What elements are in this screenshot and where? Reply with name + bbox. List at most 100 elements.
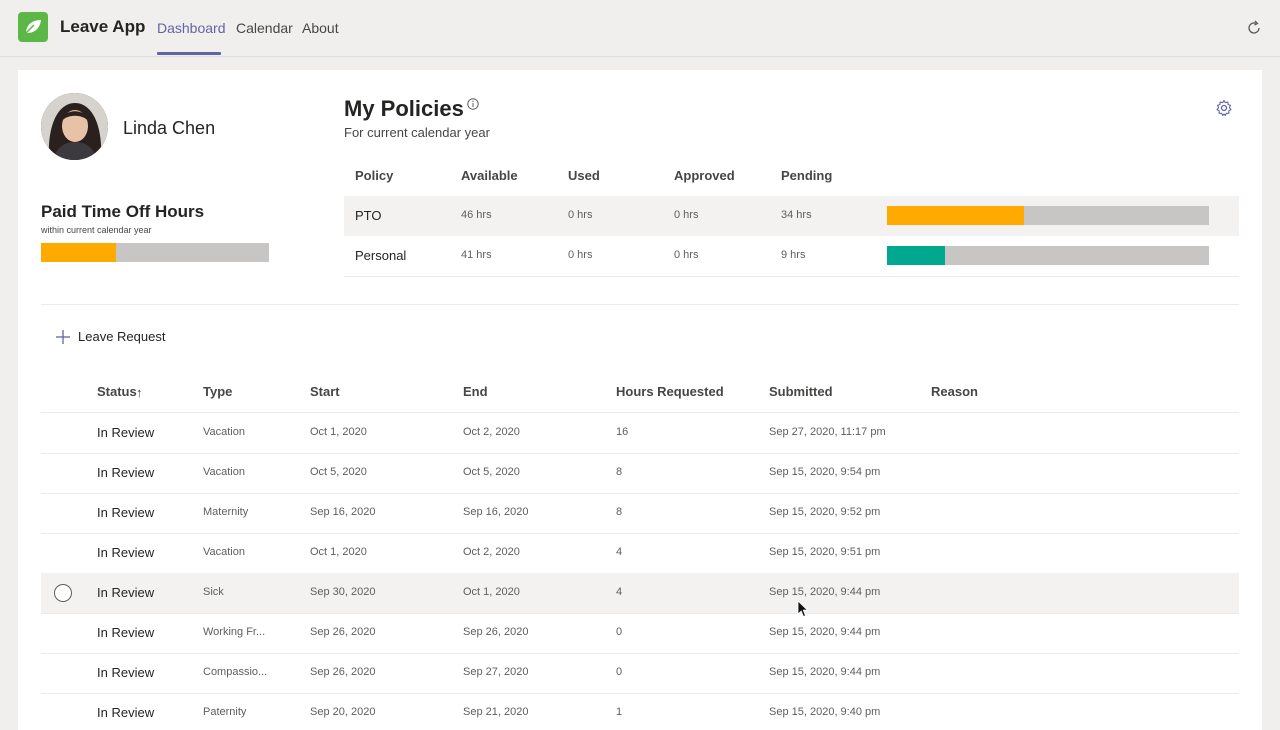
approved-header: Approved	[674, 168, 735, 183]
end-header[interactable]: End	[463, 384, 488, 399]
start-cell: Oct 1, 2020	[310, 546, 367, 558]
pto-progress-bar	[41, 243, 269, 262]
start-cell: Sep 16, 2020	[310, 506, 376, 518]
hours-cell: 16	[616, 426, 629, 438]
status-cell: In Review	[97, 585, 155, 600]
policy-progress-fill	[887, 206, 1024, 225]
policy-available: 41 hrs	[461, 249, 492, 261]
submitted-cell: Sep 27, 2020, 11:17 pm	[769, 426, 886, 438]
start-header[interactable]: Start	[310, 384, 340, 399]
mouse-cursor-icon	[797, 600, 809, 618]
hours-cell: 8	[616, 466, 623, 478]
sort-ascending-icon[interactable]: ↑	[136, 385, 143, 400]
reason-header[interactable]: Reason	[931, 384, 978, 399]
type-cell: Working Fr...	[203, 626, 266, 638]
status-cell: In Review	[97, 625, 155, 640]
pto-subtitle: within current calendar year	[41, 225, 152, 235]
tab-dashboard[interactable]: Dashboard	[157, 20, 226, 36]
hours-cell: 0	[616, 626, 623, 638]
plus-icon	[56, 330, 70, 344]
pto-progress-fill	[41, 243, 117, 262]
available-header: Available	[461, 168, 518, 183]
policy-used: 0 hrs	[568, 249, 593, 261]
policies-subtitle: For current calendar year	[344, 125, 490, 140]
table-row[interactable]: In Review Vacation Oct 1, 2020 Oct 2, 20…	[41, 533, 1239, 574]
policy-row: Personal 41 hrs 0 hrs 0 hrs 9 hrs	[344, 236, 1239, 277]
table-row[interactable]: In Review Paternity Sep 20, 2020 Sep 21,…	[41, 693, 1239, 720]
submitted-cell: Sep 15, 2020, 9:44 pm	[769, 586, 881, 598]
hours-cell: 8	[616, 506, 623, 518]
policy-name: PTO	[355, 208, 382, 223]
info-icon[interactable]	[467, 98, 479, 110]
submitted-cell: Sep 15, 2020, 9:51 pm	[769, 546, 881, 558]
policy-used: 0 hrs	[568, 209, 593, 221]
top-bar: Leave App Dashboard Calendar About	[0, 0, 1280, 57]
type-header[interactable]: Type	[203, 384, 232, 399]
avatar	[41, 93, 108, 160]
submitted-cell: Sep 15, 2020, 9:54 pm	[769, 466, 881, 478]
pto-title: Paid Time Off Hours	[41, 202, 205, 221]
type-cell: Maternity	[203, 506, 249, 518]
policy-row: PTO 46 hrs 0 hrs 0 hrs 34 hrs	[344, 196, 1239, 236]
type-cell: Vacation	[203, 466, 245, 478]
policy-approved: 0 hrs	[674, 249, 699, 261]
start-cell: Oct 1, 2020	[310, 426, 367, 438]
status-cell: In Review	[97, 465, 155, 480]
status-cell: In Review	[97, 505, 155, 520]
pending-header: Pending	[781, 168, 833, 183]
end-cell: Oct 2, 2020	[463, 546, 520, 558]
policy-progress-bar	[887, 246, 1209, 265]
row-select-radio[interactable]	[54, 584, 72, 602]
active-tab-indicator	[157, 52, 221, 55]
submitted-cell: Sep 15, 2020, 9:40 pm	[769, 706, 881, 718]
end-cell: Oct 5, 2020	[463, 466, 520, 478]
end-cell: Sep 26, 2020	[463, 626, 529, 638]
submitted-header[interactable]: Submitted	[769, 384, 833, 399]
policy-progress-fill	[887, 246, 945, 265]
submitted-cell: Sep 15, 2020, 9:44 pm	[769, 626, 881, 638]
policy-pending: 34 hrs	[781, 209, 812, 221]
table-row[interactable]: In Review Working Fr... Sep 26, 2020 Sep…	[41, 613, 1239, 654]
hours-cell: 1	[616, 706, 623, 718]
table-row[interactable]: In Review Vacation Oct 5, 2020 Oct 5, 20…	[41, 453, 1239, 494]
user-name: Linda Chen	[123, 118, 216, 138]
start-cell: Oct 5, 2020	[310, 466, 367, 478]
tab-about[interactable]: About	[302, 20, 339, 36]
policy-pending: 9 hrs	[781, 249, 806, 261]
policy-header: Policy	[355, 168, 394, 183]
policy-available: 46 hrs	[461, 209, 492, 221]
refresh-icon[interactable]	[1245, 19, 1263, 37]
hours-requested-header[interactable]: Hours Requested	[616, 384, 724, 399]
table-row[interactable]: In Review Vacation Oct 1, 2020 Oct 2, 20…	[41, 413, 1239, 454]
end-cell: Sep 16, 2020	[463, 506, 529, 518]
end-cell: Oct 1, 2020	[463, 586, 520, 598]
hours-cell: 4	[616, 546, 623, 558]
type-cell: Vacation	[203, 426, 245, 438]
section-divider	[41, 304, 1239, 305]
start-cell: Sep 26, 2020	[310, 626, 376, 638]
policy-name: Personal	[355, 248, 407, 263]
gear-icon[interactable]	[1215, 99, 1233, 117]
policy-approved: 0 hrs	[674, 209, 699, 221]
policies-title: My Policies	[344, 96, 464, 121]
leave-request-label: Leave Request	[78, 329, 166, 344]
tab-calendar[interactable]: Calendar	[236, 20, 293, 36]
status-cell: In Review	[97, 705, 155, 720]
submitted-cell: Sep 15, 2020, 9:52 pm	[769, 506, 881, 518]
status-cell: In Review	[97, 665, 155, 680]
status-header[interactable]: Status	[97, 384, 137, 399]
used-header: Used	[568, 168, 600, 183]
end-cell: Sep 27, 2020	[463, 666, 529, 678]
type-cell: Paternity	[203, 706, 247, 718]
start-cell: Sep 20, 2020	[310, 706, 376, 718]
status-cell: In Review	[97, 545, 155, 560]
app-logo-icon	[18, 12, 48, 42]
end-cell: Oct 2, 2020	[463, 426, 520, 438]
table-row[interactable]: In Review Compassio... Sep 26, 2020 Sep …	[41, 653, 1239, 694]
hours-cell: 4	[616, 586, 623, 598]
table-row[interactable]: In Review Maternity Sep 16, 2020 Sep 16,…	[41, 493, 1239, 534]
start-cell: Sep 30, 2020	[310, 586, 376, 598]
type-cell: Vacation	[203, 546, 245, 558]
table-row[interactable]: In Review Sick Sep 30, 2020 Oct 1, 2020 …	[41, 573, 1239, 614]
start-cell: Sep 26, 2020	[310, 666, 376, 678]
